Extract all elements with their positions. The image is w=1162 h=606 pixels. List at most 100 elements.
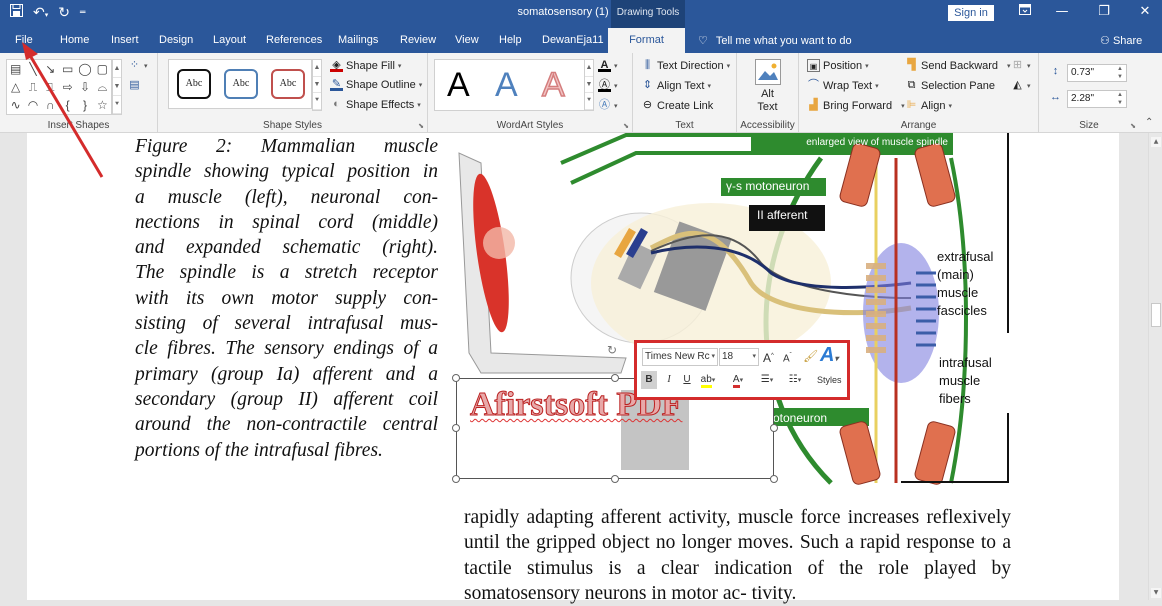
vertical-scrollbar[interactable]: ▲ ▼ — [1148, 133, 1162, 600]
tab-view[interactable]: View — [455, 34, 479, 46]
position-button[interactable]: ▣ Position ▾ — [807, 59, 869, 72]
height-spinner[interactable]: ▲ ▼ — [1117, 65, 1123, 81]
shapes-gallery[interactable]: ▤ ╲ ↘ ▭ ◯ ▢ △ ⎍ ⎍ ⇨ ⇩ ⌓ ∿ ◠ ∩ { } ☆ — [6, 59, 112, 115]
tab-design[interactable]: Design — [159, 34, 193, 46]
bold-button[interactable]: B — [641, 371, 657, 389]
shape-fill-button[interactable]: ◈ Shape Fill ▾ — [330, 59, 401, 72]
triangle-shape-icon[interactable]: △ — [7, 78, 24, 96]
scrollbar-thumb[interactable] — [1151, 303, 1161, 327]
highlight-button[interactable]: ab▾ — [699, 371, 717, 389]
expand-gallery-icon[interactable]: ⯆ — [113, 96, 121, 114]
font-size-box[interactable]: 18 ▾ — [719, 348, 759, 366]
star-shape-icon[interactable]: ☆ — [94, 96, 111, 114]
text-effects-button[interactable]: Ⓐ ▾ — [598, 99, 618, 112]
styles-icon[interactable]: A▾ — [820, 345, 838, 365]
brace-left-icon[interactable]: { — [59, 96, 76, 114]
rotate-handle-icon[interactable]: ↻ — [607, 343, 617, 357]
shape-effects-button[interactable]: ◐ Shape Effects ▾ — [330, 98, 421, 111]
dialog-launcher-icon[interactable]: ⬊ — [623, 122, 629, 130]
freeform-shape-icon[interactable]: ⌓ — [94, 78, 111, 96]
save-icon[interactable] — [10, 4, 23, 21]
format-painter-icon[interactable]: 🖌 — [803, 347, 818, 365]
font-color-button[interactable]: A▾ — [729, 371, 747, 389]
tab-layout[interactable]: Layout — [213, 34, 246, 46]
bring-forward-button[interactable]: ▟ Bring Forward ▾ — [807, 99, 904, 112]
align-button[interactable]: ⊫ Align ▾ — [905, 99, 952, 112]
resize-handle[interactable] — [770, 475, 778, 483]
scroll-down-icon[interactable]: ▼ — [585, 77, 593, 94]
tab-mailings[interactable]: Mailings — [338, 34, 378, 46]
align-text-button[interactable]: ⇕ Align Text ▾ — [641, 79, 711, 92]
textbox-shape-icon[interactable]: ▤ — [7, 60, 24, 78]
grow-font-icon[interactable]: A^ — [763, 347, 774, 365]
wordart-preset[interactable]: A — [495, 65, 518, 105]
width-spinner[interactable]: ▲ ▼ — [1117, 91, 1123, 107]
undo-icon[interactable]: ↶▾ — [33, 5, 48, 21]
scroll-up-arrow-icon[interactable]: ▲ — [1151, 137, 1161, 147]
rectangle-shape-icon[interactable]: ▭ — [59, 60, 76, 78]
numbering-button[interactable]: ☷▾ — [785, 371, 805, 389]
oval-shape-icon[interactable]: ◯ — [76, 60, 93, 78]
tab-format[interactable]: Format — [608, 28, 685, 53]
wordart-gallery-scroll[interactable]: ▲ ▼ ⯆ — [584, 59, 594, 111]
share-button[interactable]: ⚇ Share — [1100, 34, 1142, 47]
curve-shape-icon[interactable]: ∩ — [42, 96, 59, 114]
scroll-up-icon[interactable]: ▲ — [585, 60, 593, 77]
resize-handle[interactable] — [452, 475, 460, 483]
redo-icon[interactable]: ↻ — [58, 5, 70, 21]
alt-text-icon[interactable] — [755, 59, 781, 85]
scroll-down-icon[interactable]: ▼ — [113, 78, 121, 96]
wrap-text-button[interactable]: ⌒ Wrap Text ▾ — [807, 79, 879, 92]
send-backward-button[interactable]: ▜ Send Backward ▾ — [905, 59, 1010, 72]
arrow-shape-icon[interactable]: ↘ — [42, 60, 59, 78]
shape-width-input[interactable]: 2.28" ▲ ▼ — [1067, 90, 1127, 108]
scroll-up-icon[interactable]: ▲ — [113, 60, 121, 78]
draw-textbox-button[interactable]: ▤ — [128, 79, 141, 92]
right-arrow-shape-icon[interactable]: ⇨ — [59, 78, 76, 96]
resize-handle[interactable] — [452, 424, 460, 432]
tab-references[interactable]: References — [266, 34, 322, 46]
tell-me-search[interactable]: ♡ Tell me what you want to do — [698, 34, 852, 47]
dialog-launcher-icon[interactable]: ⬊ — [418, 122, 424, 130]
elbow-connector-icon[interactable]: ⎍ — [24, 78, 41, 96]
alt-text-button[interactable]: Alt Text — [737, 88, 798, 114]
edit-shape-button[interactable]: ⁘ ▾ — [128, 59, 148, 72]
scroll-down-arrow-icon[interactable]: ▼ — [1151, 588, 1161, 598]
rounded-rect-shape-icon[interactable]: ▢ — [94, 60, 111, 78]
group-objects-button[interactable]: ⊞ ▾ — [1011, 59, 1031, 72]
restore-icon[interactable]: ❐ — [1094, 4, 1114, 19]
font-name-box[interactable]: Times New Rc ▾ — [642, 348, 718, 366]
dialog-launcher-icon[interactable]: ⬊ — [1130, 122, 1136, 130]
arc-shape-icon[interactable]: ◠ — [24, 96, 41, 114]
close-icon[interactable]: ✕ — [1135, 4, 1155, 19]
tab-help[interactable]: Help — [499, 34, 522, 46]
scribble-shape-icon[interactable]: ∿ — [7, 96, 24, 114]
italic-button[interactable]: I — [663, 371, 675, 389]
shape-height-input[interactable]: 0.73" ▲ ▼ — [1067, 64, 1127, 82]
collapse-ribbon-icon[interactable]: ⌃ — [1145, 117, 1153, 128]
create-link-button[interactable]: ⊖ Create Link — [641, 99, 713, 112]
expand-gallery-icon[interactable]: ⯆ — [585, 93, 593, 111]
minimize-icon[interactable]: — — [1052, 4, 1072, 19]
shrink-font-icon[interactable]: Aˇ — [783, 347, 792, 365]
customize-qat-icon[interactable]: ═ — [80, 8, 85, 18]
resize-handle[interactable] — [611, 374, 619, 382]
down-arrow-shape-icon[interactable]: ⇩ — [76, 78, 93, 96]
tab-review[interactable]: Review — [400, 34, 436, 46]
elbow-arrow-icon[interactable]: ⎍ — [42, 78, 59, 96]
sign-in-button[interactable]: Sign in — [948, 5, 994, 21]
shapes-gallery-scroll[interactable]: ▲ ▼ ⯆ — [112, 59, 122, 115]
shape-outline-button[interactable]: ✎ Shape Outline ▾ — [330, 78, 422, 91]
resize-handle[interactable] — [770, 424, 778, 432]
underline-button[interactable]: U — [681, 371, 693, 389]
rotate-button[interactable]: ◭ ▾ — [1011, 79, 1030, 92]
tab-dewaneja11[interactable]: DewanEja11 — [542, 34, 604, 46]
text-direction-button[interactable]: ⫼ Text Direction ▾ — [641, 59, 730, 72]
selection-pane-button[interactable]: ⧉ Selection Pane — [905, 79, 995, 92]
wordart-preset[interactable]: A — [447, 65, 470, 105]
line-shape-icon[interactable]: ╲ — [24, 60, 41, 78]
text-fill-button[interactable]: A ▾ — [598, 59, 618, 72]
resize-handle[interactable] — [611, 475, 619, 483]
scroll-down-icon[interactable]: ▼ — [313, 77, 321, 94]
expand-gallery-icon[interactable]: ⯆ — [313, 93, 321, 111]
